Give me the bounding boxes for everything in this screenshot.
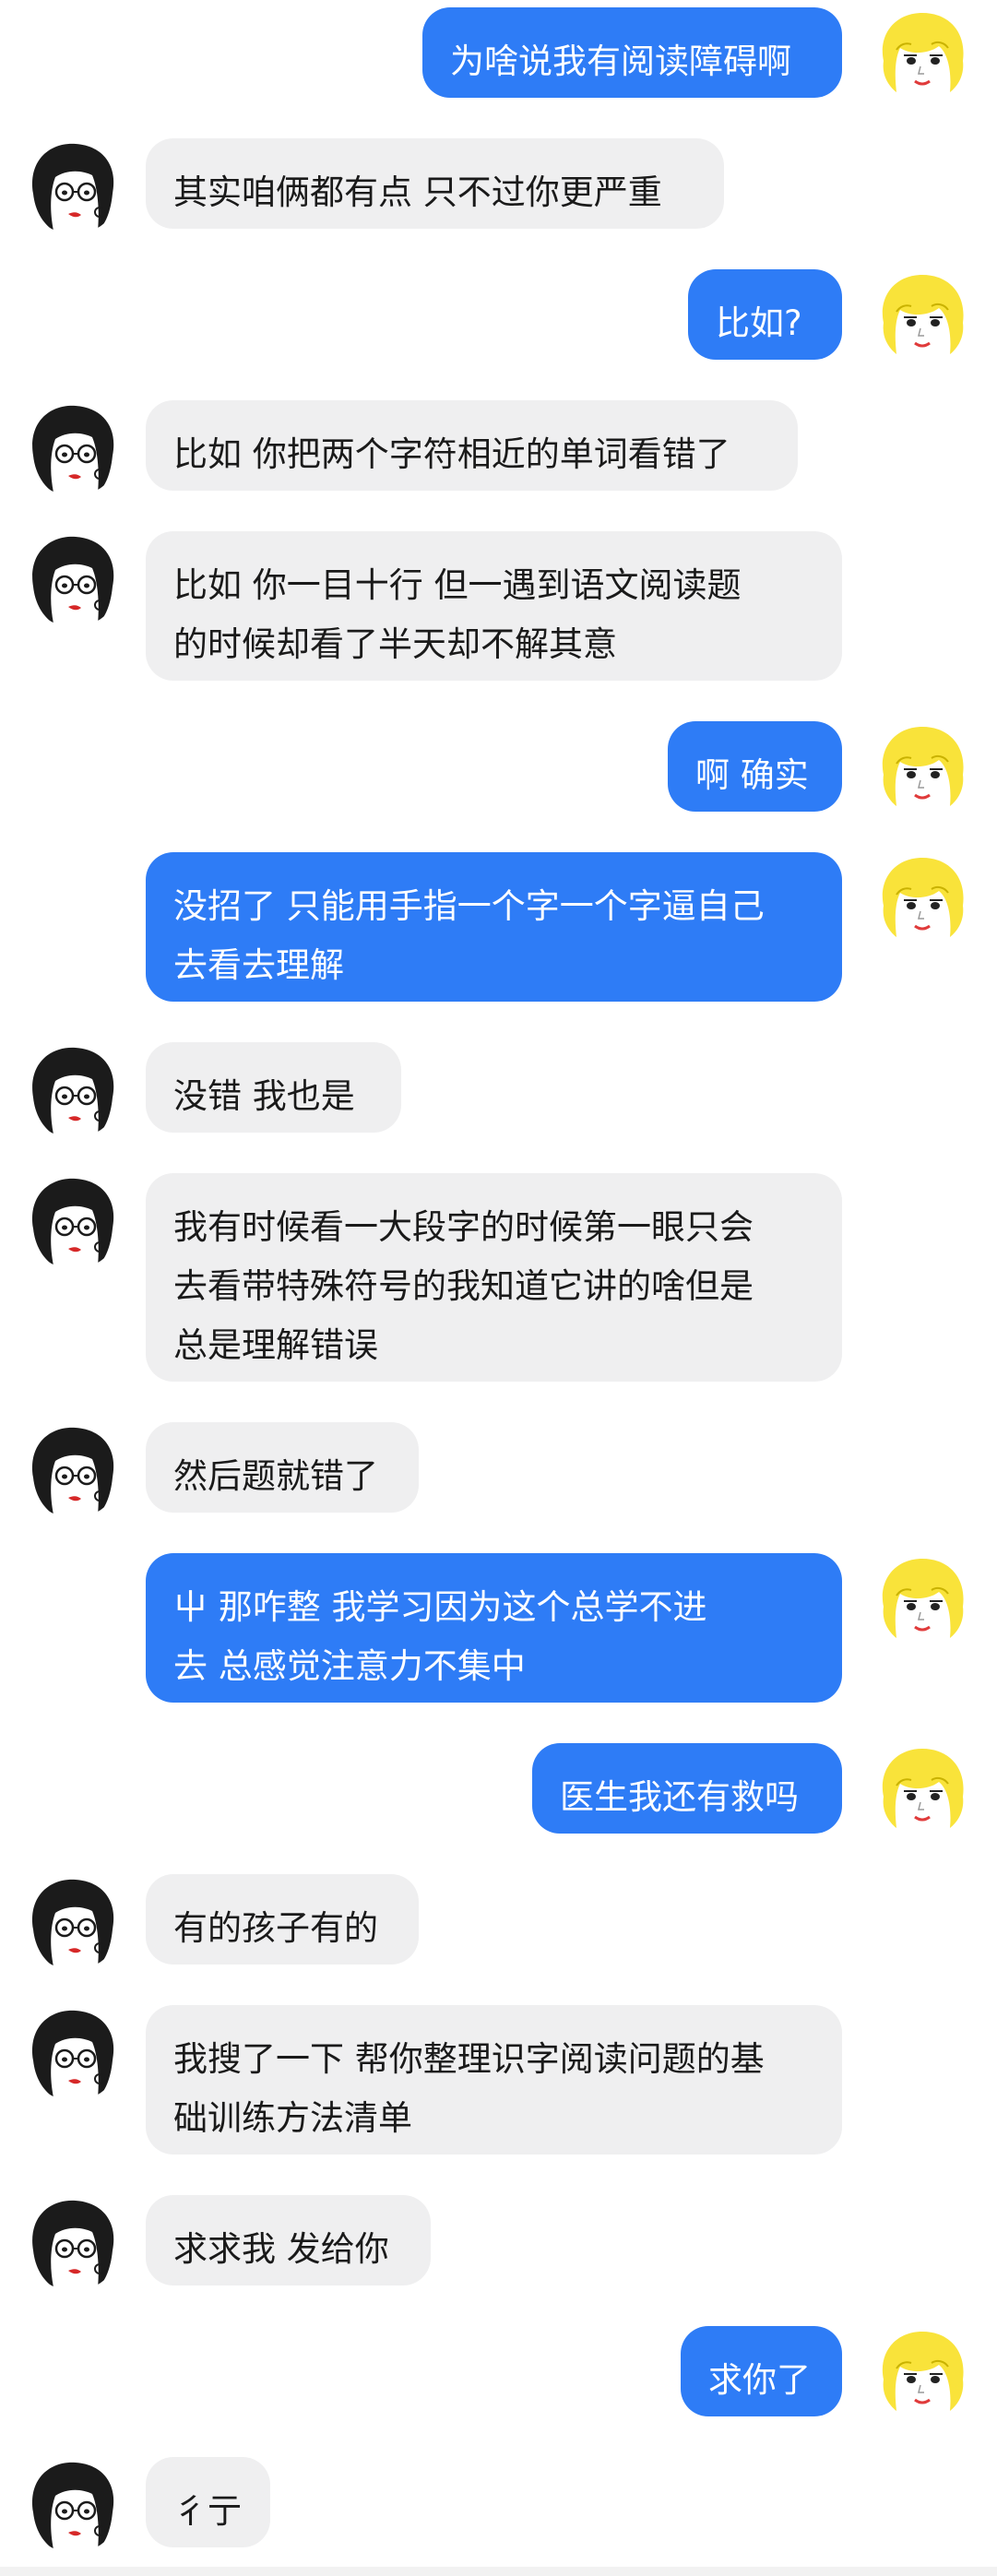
sent-message-bubble[interactable]: 啊 确实 [668,721,842,812]
message-row: 啊 确实 [0,721,997,817]
message-row: 比如? [0,269,997,365]
blonde-girl-avatar-icon[interactable] [874,1743,970,1839]
blonde-girl-avatar-icon[interactable] [874,721,970,817]
dark-hair-girl-avatar-icon[interactable] [26,531,122,627]
message-row: 我有时候看一大段字的时候第一眼只会 去看带特殊符号的我知道它讲的啥但是 总是理解… [0,1173,997,1382]
message-row: 比如 你一目十行 但一遇到语文阅读题 的时候却看了半天却不解其意 [0,531,997,681]
blonde-girl-avatar-icon[interactable] [874,2326,970,2422]
dark-hair-girl-avatar-icon[interactable] [26,1173,122,1269]
sent-message-bubble[interactable]: 求你了 [681,2326,842,2416]
message-row: 有的孩子有的 [0,1874,997,1970]
received-message-bubble[interactable]: 比如 你把两个字符相近的单词看错了 [146,400,798,491]
dark-hair-girl-avatar-icon[interactable] [26,400,122,496]
message-row: 然后题就错了 [0,1422,997,1518]
sent-message-bubble[interactable]: 医生我还有救吗 [532,1743,842,1834]
message-row: 没招了 只能用手指一个字一个字逼自己 去看去理解 [0,852,997,1002]
received-message-bubble[interactable]: 有的孩子有的 [146,1874,419,1965]
sent-message-bubble[interactable]: 比如? [688,269,842,360]
received-message-bubble[interactable]: 我有时候看一大段字的时候第一眼只会 去看带特殊符号的我知道它讲的啥但是 总是理解… [146,1173,842,1382]
message-row: 求求我 发给你 [0,2195,997,2291]
received-message-bubble[interactable]: 我搜了一下 帮你整理识字阅读问题的基 础训练方法清单 [146,2005,842,2155]
blonde-girl-avatar-icon[interactable] [874,7,970,103]
received-message-bubble[interactable]: 然后题就错了 [146,1422,419,1513]
dark-hair-girl-avatar-icon[interactable] [26,2457,122,2553]
sent-message-bubble[interactable]: 为啥说我有阅读障碍啊 [422,7,842,98]
received-message-bubble[interactable]: 没错 我也是 [146,1042,401,1133]
message-row: 屮 那咋整 我学习因为这个总学不进 去 总感觉注意力不集中 [0,1553,997,1703]
message-row: 彳亍 [0,2457,997,2553]
received-message-bubble[interactable]: 比如 你一目十行 但一遇到语文阅读题 的时候却看了半天却不解其意 [146,531,842,681]
message-row: 比如 你把两个字符相近的单词看错了 [0,400,997,496]
message-row: 为啥说我有阅读障碍啊 [0,7,997,103]
message-row: 医生我还有救吗 [0,1743,997,1839]
chat-thread[interactable]: 为啥说我有阅读障碍啊其实咱俩都有点 只不过你更严重比如? 比如 你把两个字符相近的… [0,0,997,2576]
blonde-girl-avatar-icon[interactable] [874,269,970,365]
dark-hair-girl-avatar-icon[interactable] [26,1422,122,1518]
sent-message-bubble[interactable]: 没招了 只能用手指一个字一个字逼自己 去看去理解 [146,852,842,1002]
received-message-bubble[interactable]: 彳亍 [146,2457,270,2547]
received-message-bubble[interactable]: 求求我 发给你 [146,2195,431,2285]
sent-message-bubble[interactable]: 屮 那咋整 我学习因为这个总学不进 去 总感觉注意力不集中 [146,1553,842,1703]
blonde-girl-avatar-icon[interactable] [874,852,970,948]
dark-hair-girl-avatar-icon[interactable] [26,2005,122,2101]
message-row: 我搜了一下 帮你整理识字阅读问题的基 础训练方法清单 [0,2005,997,2155]
dark-hair-girl-avatar-icon[interactable] [26,138,122,234]
message-row: 求你了 [0,2326,997,2422]
blonde-girl-avatar-icon[interactable] [874,1553,970,1649]
dark-hair-girl-avatar-icon[interactable] [26,2195,122,2291]
bottom-edge [0,2567,997,2576]
dark-hair-girl-avatar-icon[interactable] [26,1042,122,1138]
dark-hair-girl-avatar-icon[interactable] [26,1874,122,1970]
message-row: 其实咱俩都有点 只不过你更严重 [0,138,997,234]
received-message-bubble[interactable]: 其实咱俩都有点 只不过你更严重 [146,138,724,229]
message-row: 没错 我也是 [0,1042,997,1138]
